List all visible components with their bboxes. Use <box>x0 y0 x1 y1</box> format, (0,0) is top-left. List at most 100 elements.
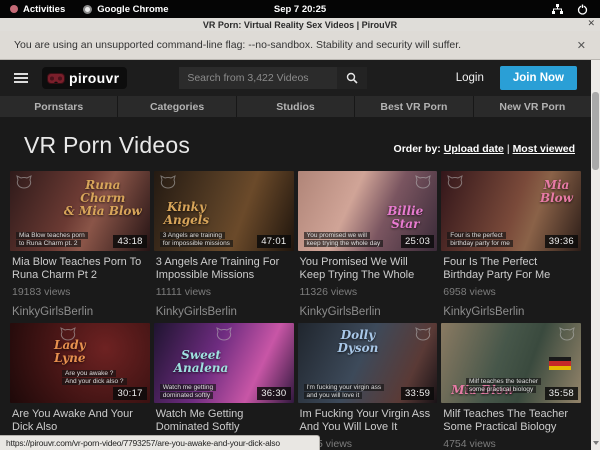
video-card[interactable]: Dolly Dyson I'm fucking your virgin assa… <box>298 323 438 450</box>
video-card[interactable]: Sweet Analena Watch me gettingdominated … <box>154 323 294 450</box>
video-card[interactable]: Mia Blow Milf teaches the teachersome pr… <box>441 323 581 450</box>
view-count: 6958 views <box>441 286 581 298</box>
video-title[interactable]: Milf Teaches The Teacher Some Practical … <box>441 408 581 433</box>
video-title[interactable]: Four Is The Perfect Birthday Party For M… <box>441 256 581 281</box>
thumbnail-caption: I'm fucking your virgin assand you will … <box>304 384 385 399</box>
video-card[interactable]: Kinky Angels 3 Angels are trainingfor im… <box>154 171 294 318</box>
app-menu-label: Google Chrome <box>97 4 168 15</box>
video-card[interactable]: Mia Blow Four is the perfectbirthday par… <box>441 171 581 318</box>
video-thumbnail[interactable]: Runa Charm & Mia Blow Mia Blow teaches p… <box>10 171 150 251</box>
video-thumbnail[interactable]: Mia Blow Four is the perfectbirthday par… <box>441 171 581 251</box>
window-title: VR Porn: Virtual Reality Sex Videos | Pi… <box>203 20 397 30</box>
video-title[interactable]: Watch Me Getting Dominated Softly <box>154 408 294 433</box>
activities-button[interactable]: Activities <box>10 4 65 15</box>
video-thumbnail[interactable]: Billie Star You promised we willkeep try… <box>298 171 438 251</box>
login-link[interactable]: Login <box>446 68 494 88</box>
duration-badge: 25:03 <box>401 235 434 248</box>
search-bar <box>179 67 367 89</box>
vr-headset-icon <box>47 73 65 84</box>
window-title-bar: VR Porn: Virtual Reality Sex Videos | Pi… <box>0 18 600 31</box>
studio-watermark-icon <box>16 175 32 194</box>
nav-item-categories[interactable]: Categories <box>118 96 235 117</box>
page-title: VR Porn Videos <box>24 132 190 159</box>
video-title[interactable]: Mia Blow Teaches Porn To Runa Charm Pt 2 <box>10 256 150 281</box>
nav-item-new-vr-porn[interactable]: New VR Porn <box>474 96 591 117</box>
order-by-label: Order by: <box>394 143 441 155</box>
duration-badge: 30:17 <box>113 387 146 400</box>
clock[interactable]: Sep 7 20:25 <box>274 4 326 15</box>
screen: Activities Google Chrome Sep 7 20:25 VR … <box>0 0 600 450</box>
order-separator: | <box>504 143 513 155</box>
vertical-scrollbar[interactable] <box>591 60 600 450</box>
power-icon[interactable] <box>577 4 588 15</box>
search-icon <box>346 72 358 84</box>
logo-text: pirouvr <box>69 70 119 86</box>
page-content: VR Porn Videos Order by: Upload date|Mos… <box>0 117 591 450</box>
duration-badge: 47:01 <box>257 235 290 248</box>
video-title[interactable]: Im Fucking Your Virgin Ass And You Will … <box>298 408 438 433</box>
studio-watermark-icon <box>60 327 76 346</box>
video-title[interactable]: Are You Awake And Your Dick Also <box>10 408 150 433</box>
app-menu-button[interactable]: Google Chrome <box>83 4 168 15</box>
duration-badge: 33:59 <box>401 387 434 400</box>
video-card[interactable]: Lady Lyne Are you awake ?And your dick a… <box>10 323 150 450</box>
video-thumbnail[interactable]: Dolly Dyson I'm fucking your virgin assa… <box>298 323 438 403</box>
thumbnail-overlay-title: Mia Blow <box>540 179 573 205</box>
order-by-controls: Order by: Upload date|Most viewed <box>394 143 575 159</box>
thumbnail-overlay-title: Kinky Angels <box>164 201 209 227</box>
studio-watermark-icon <box>559 327 575 346</box>
scrollbar-down-arrow-icon[interactable] <box>591 438 600 448</box>
video-title[interactable]: 3 Angels Are Training For Impossible Mis… <box>154 256 294 281</box>
duration-badge: 35:58 <box>545 387 578 400</box>
studio-link[interactable]: KinkyGirlsBerlin <box>441 306 581 318</box>
infobar-close-icon[interactable]: ✕ <box>577 39 586 52</box>
thumbnail-caption: Are you awake ?And your dick also ? <box>62 370 127 385</box>
nav-item-studios[interactable]: Studios <box>237 96 354 117</box>
network-icon[interactable] <box>552 4 563 15</box>
video-thumbnail[interactable]: Kinky Angels 3 Angels are trainingfor im… <box>154 171 294 251</box>
order-by-most-viewed-link[interactable]: Most viewed <box>513 143 575 155</box>
duration-badge: 39:36 <box>545 235 578 248</box>
duration-badge: 43:18 <box>113 235 146 248</box>
thumbnail-overlay-title: Sweet Analena <box>174 349 229 375</box>
scrollbar-thumb[interactable] <box>592 92 599 170</box>
chrome-infobar: You are using an unsupported command-lin… <box>0 31 600 60</box>
view-count: 4754 views <box>441 438 581 450</box>
view-count: 19183 views <box>10 286 150 298</box>
activities-label: Activities <box>23 4 65 15</box>
infobar-message: You are using an unsupported command-lin… <box>14 39 461 51</box>
video-thumbnail[interactable]: Lady Lyne Are you awake ?And your dick a… <box>10 323 150 403</box>
site-logo[interactable]: pirouvr <box>42 67 127 89</box>
search-button[interactable] <box>337 67 367 89</box>
hamburger-menu-icon[interactable] <box>14 73 28 83</box>
video-title[interactable]: You Promised We Will Keep Trying The Who… <box>298 256 438 281</box>
nav-item-pornstars[interactable]: Pornstars <box>0 96 117 117</box>
studio-watermark-icon <box>447 175 463 194</box>
studio-watermark-icon <box>415 175 431 194</box>
thumbnail-overlay-title: Dolly Dyson <box>338 329 379 355</box>
page-heading-row: VR Porn Videos Order by: Upload date|Mos… <box>0 117 591 171</box>
thumbnail-caption: 3 Angels are trainingfor impossible miss… <box>160 232 233 247</box>
thumbnail-caption: You promised we willkeep trying the whol… <box>304 232 384 247</box>
video-card[interactable]: Runa Charm & Mia Blow Mia Blow teaches p… <box>10 171 150 318</box>
search-input[interactable] <box>179 67 337 89</box>
video-card[interactable]: Billie Star You promised we willkeep try… <box>298 171 438 318</box>
thumbnail-caption: Milf teaches the teachersome practical b… <box>466 378 541 393</box>
window-close-icon[interactable]: ✕ <box>587 18 595 29</box>
studio-watermark-icon <box>216 327 232 346</box>
activities-icon <box>10 5 18 13</box>
studio-link[interactable]: KinkyGirlsBerlin <box>298 306 438 318</box>
join-now-button[interactable]: Join Now <box>500 66 577 90</box>
studio-link[interactable]: KinkyGirlsBerlin <box>10 306 150 318</box>
studio-link[interactable]: KinkyGirlsBerlin <box>154 306 294 318</box>
order-by-upload-date-link[interactable]: Upload date <box>444 143 504 155</box>
nav-item-best-vr-porn[interactable]: Best VR Porn <box>355 96 472 117</box>
video-thumbnail[interactable]: Sweet Analena Watch me gettingdominated … <box>154 323 294 403</box>
video-thumbnail[interactable]: Mia Blow Milf teaches the teachersome pr… <box>441 323 581 403</box>
thumbnail-caption: Four is the perfectbirthday party for me <box>447 232 513 247</box>
duration-badge: 36:30 <box>257 387 290 400</box>
view-count: 11326 views <box>298 286 438 298</box>
system-top-bar: Activities Google Chrome Sep 7 20:25 <box>0 0 600 18</box>
thumbnail-caption: Watch me gettingdominated softly <box>160 384 216 399</box>
german-flag <box>549 357 571 370</box>
